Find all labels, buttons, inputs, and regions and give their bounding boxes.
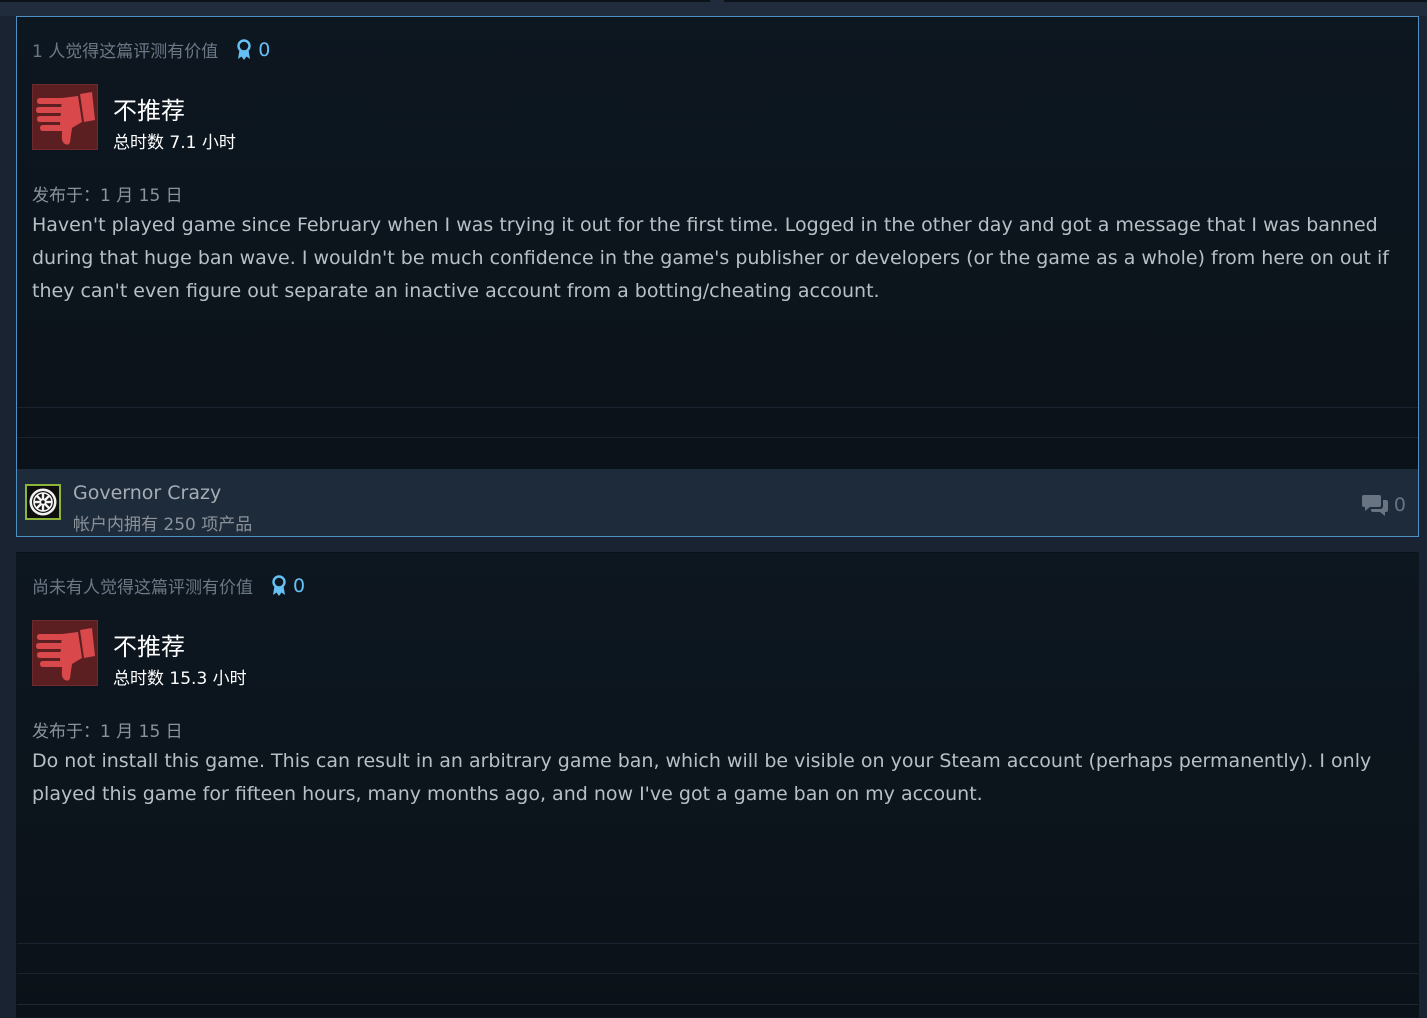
helpful-count-row: 尚未有人觉得这篇评测有价值 0 (32, 573, 305, 599)
review-text: Haven't played game since February when … (32, 214, 1389, 302)
award-count: 0 (258, 38, 271, 61)
review-card[interactable]: 1 人觉得这篇评测有价值 0 不推荐 总时数 7.1 小时 发布于：1 月 15… (16, 16, 1419, 537)
posted-date: 发布于：1 月 15 日 (32, 722, 183, 742)
review-verdict[interactable]: 不推荐 (113, 627, 185, 662)
award-button[interactable]: 0 (271, 575, 305, 597)
thumbs-down-badge[interactable] (32, 620, 98, 686)
comments-link[interactable]: 0 (1361, 493, 1406, 517)
divider (17, 973, 1418, 974)
galactic-empire-emblem-icon (29, 488, 57, 516)
thumbs-down-icon (36, 628, 95, 681)
award-button[interactable]: 0 (236, 39, 270, 61)
playtime-hours: 总时数 15.3 小时 (113, 669, 247, 689)
divider (17, 943, 1418, 944)
author-name-link[interactable]: Governor Crazy (73, 482, 221, 504)
helpful-text: 1 人觉得这篇评测有价值 (32, 42, 219, 62)
author-avatar[interactable] (25, 484, 61, 520)
previous-review-edge (0, 0, 1427, 16)
author-products-count: 帐户内拥有 250 项产品 (73, 515, 253, 535)
thumbs-down-icon (36, 92, 95, 145)
award-count: 0 (293, 574, 306, 597)
award-ribbon-icon (272, 574, 286, 596)
helpful-count-row: 1 人觉得这篇评测有价值 0 (32, 37, 270, 63)
review-text: Do not install this game. This can resul… (32, 750, 1372, 805)
playtime-hours: 总时数 7.1 小时 (113, 133, 236, 153)
review-verdict[interactable]: 不推荐 (113, 91, 185, 126)
award-ribbon-icon (237, 38, 251, 60)
posted-date: 发布于：1 月 15 日 (32, 186, 183, 206)
review-card[interactable]: 尚未有人觉得这篇评测有价值 0 不推荐 总时数 15.3 小时 发布于：1 月 … (16, 552, 1419, 1018)
thumbs-down-badge[interactable] (32, 84, 98, 150)
divider (17, 437, 1418, 438)
helpful-text: 尚未有人觉得这篇评测有价值 (32, 578, 253, 598)
comment-bubble-icon (1361, 495, 1388, 516)
author-bar-edge (17, 1004, 1418, 1005)
review-author-bar: Governor Crazy 帐户内拥有 250 项产品 0 (17, 469, 1418, 536)
divider (17, 407, 1418, 408)
comment-count: 0 (1393, 494, 1406, 516)
